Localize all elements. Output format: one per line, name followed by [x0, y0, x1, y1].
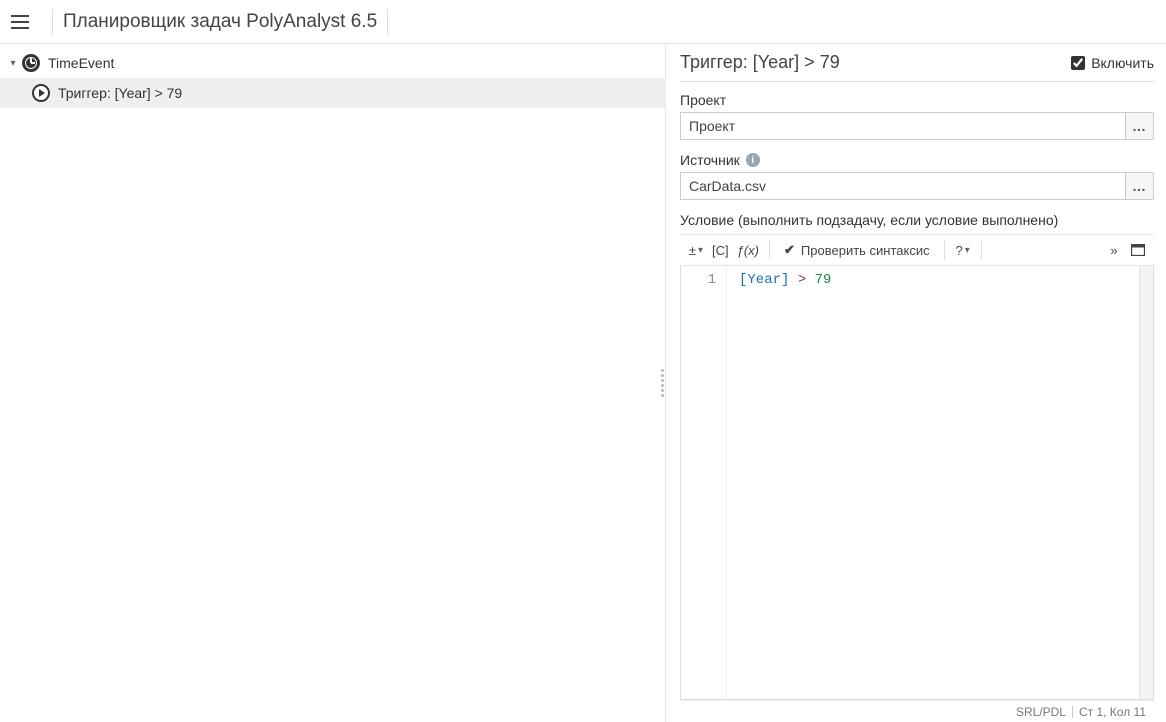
window-icon: [1131, 244, 1145, 256]
tree-node-label: Триггер: [Year] > 79: [58, 85, 182, 101]
menu-icon[interactable]: [6, 8, 34, 36]
enable-checkbox-label: Включить: [1091, 55, 1154, 71]
play-circle-icon: [32, 84, 50, 102]
details-title: Триггер: [Year] > 79: [680, 52, 840, 73]
project-input[interactable]: [680, 112, 1126, 140]
info-icon[interactable]: i: [746, 153, 760, 167]
tree-node-root[interactable]: TimeEvent: [0, 48, 665, 78]
overflow-button[interactable]: »: [1102, 238, 1126, 262]
enable-checkbox-input[interactable]: [1071, 56, 1085, 70]
maximize-button[interactable]: [1126, 238, 1150, 262]
separator: [1072, 706, 1073, 718]
condition-label: Условие (выполнить подзадачу, если услов…: [680, 212, 1154, 228]
chevron-down-icon[interactable]: [8, 58, 18, 68]
condition-editor[interactable]: 1 [Year] > 79: [680, 266, 1154, 700]
details-panel: Триггер: [Year] > 79 Включить Проект … И…: [666, 44, 1166, 722]
details-header: Триггер: [Year] > 79 Включить: [680, 52, 1154, 82]
tree-node-label: TimeEvent: [48, 55, 114, 71]
line-number: 1: [681, 272, 716, 288]
separator: [981, 240, 982, 260]
separator: [387, 9, 388, 35]
separator: [52, 9, 53, 35]
check-syntax-button[interactable]: ✔ Проверить синтаксис: [776, 238, 938, 262]
panel-splitter[interactable]: [659, 44, 666, 722]
scrollbar[interactable]: [1139, 266, 1153, 699]
condition-toolbar: ±▾ [C] ƒ(x) ✔ Проверить синтаксис ?▾ »: [680, 234, 1154, 266]
tree-node-trigger[interactable]: Триггер: [Year] > 79: [0, 78, 665, 108]
status-lang: SRL/PDL: [1016, 705, 1066, 719]
column-button[interactable]: [C]: [708, 238, 733, 262]
separator: [944, 240, 945, 260]
fx-button[interactable]: ƒ(x): [733, 238, 763, 262]
status-position: Ст 1, Кол 11: [1079, 705, 1146, 719]
topbar: Планировщик задач PolyAnalyst 6.5: [0, 0, 1166, 44]
project-browse-button[interactable]: …: [1126, 112, 1154, 140]
source-input[interactable]: [680, 172, 1126, 200]
clock-icon: [22, 54, 40, 72]
source-browse-button[interactable]: …: [1126, 172, 1154, 200]
enable-checkbox[interactable]: Включить: [1071, 55, 1154, 71]
app-title: Планировщик задач PolyAnalyst 6.5: [63, 11, 377, 33]
help-button[interactable]: ?▾: [951, 238, 975, 262]
plusminus-button[interactable]: ±▾: [684, 238, 708, 262]
editor-statusbar: SRL/PDL Ст 1, Кол 11: [680, 700, 1154, 722]
separator: [769, 240, 770, 260]
editor-code[interactable]: [Year] > 79: [727, 266, 1153, 699]
source-label: Источник i: [680, 152, 1154, 168]
check-icon: ✔: [784, 242, 795, 258]
task-tree-panel: TimeEvent Триггер: [Year] > 79: [0, 44, 666, 722]
editor-gutter: 1: [681, 266, 727, 699]
project-label: Проект: [680, 92, 1154, 108]
